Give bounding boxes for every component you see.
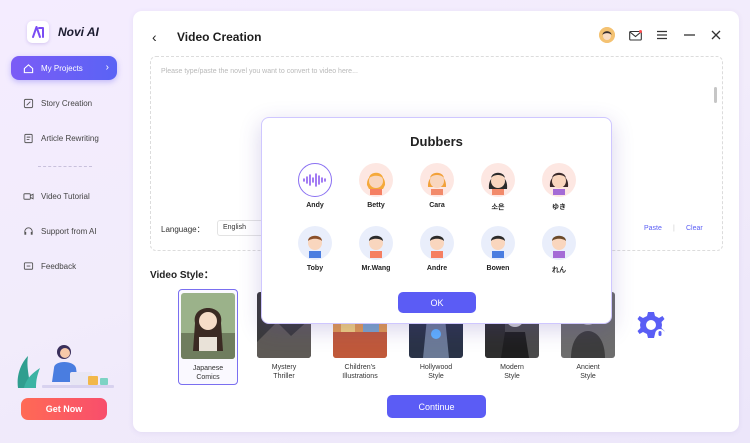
gear-icon[interactable]	[635, 309, 667, 341]
dubber-ren[interactable]: れん	[534, 226, 584, 275]
dubber-avatar	[359, 226, 393, 260]
waveform-icon	[298, 163, 332, 197]
app-logo: Novi AI	[27, 21, 99, 43]
chat-icon	[22, 260, 34, 272]
video-style-label: Video Style：	[150, 270, 214, 281]
style-thumbnail	[181, 293, 235, 359]
dubber-mr-wang[interactable]: Mr.Wang	[351, 226, 401, 272]
user-avatar[interactable]	[599, 27, 615, 43]
sidebar-item-video-tutorial[interactable]: Video Tutorial	[11, 184, 117, 208]
dubber-betty[interactable]: Betty	[351, 163, 401, 209]
chevron-right-icon: ›	[105, 62, 109, 73]
dubber-yuki[interactable]: ゆき	[534, 163, 584, 212]
sidebar-item-support[interactable]: Support from AI	[11, 219, 117, 243]
input-placeholder: Please type/paste the novel you want to …	[161, 68, 358, 75]
headset-icon	[22, 225, 34, 237]
sidebar-item-label: Video Tutorial	[41, 191, 90, 201]
sidebar-item-story-creation[interactable]: Story Creation	[11, 91, 117, 115]
dubber-toby[interactable]: Toby	[290, 226, 340, 272]
person-laptop-illustration	[17, 345, 114, 388]
dubber-andy[interactable]: Andy	[290, 163, 340, 209]
separator: |	[673, 225, 675, 232]
dubber-avatar	[542, 226, 576, 260]
mail-icon[interactable]	[628, 28, 642, 42]
novi-logo-icon	[27, 21, 49, 43]
sidebar-divider	[38, 166, 92, 167]
dubber-avatar	[542, 163, 576, 197]
clear-button[interactable]: Clear	[686, 225, 703, 232]
sidebar-item-label: Article Rewriting	[41, 133, 99, 143]
dubber-name: Andy	[306, 202, 324, 209]
back-arrow-icon[interactable]: ‹	[152, 29, 157, 45]
dubber-avatar	[481, 163, 515, 197]
app-name: Novi AI	[58, 25, 99, 39]
dubber-name: れん	[552, 267, 566, 274]
dubber-name: 소은	[491, 204, 505, 211]
video-icon	[22, 190, 34, 202]
paste-button[interactable]: Paste	[644, 225, 662, 232]
dubber-avatar	[298, 226, 332, 260]
close-icon[interactable]	[709, 28, 723, 42]
style-name: Japanese Comics	[192, 365, 224, 381]
dubber-name: Mr.Wang	[361, 265, 391, 272]
style-name: Mystery Thriller	[271, 364, 297, 380]
dubber-bowen[interactable]: Bowen	[473, 226, 523, 272]
get-now-button[interactable]: Get Now	[21, 398, 107, 420]
minimize-icon[interactable]	[682, 28, 696, 42]
dubber-soeun[interactable]: 소은	[473, 163, 523, 212]
dubber-avatar	[420, 163, 454, 197]
sidebar-item-article-rewriting[interactable]: Article Rewriting	[11, 126, 117, 150]
style-name: Children's Illustrations	[342, 364, 378, 380]
dialog-title: Dubbers	[410, 134, 463, 149]
sidebar-item-feedback[interactable]: Feedback	[11, 254, 117, 278]
style-name: Hollywood Style	[419, 364, 453, 380]
dubber-name: Andre	[426, 265, 448, 272]
style-name: Modern Style	[500, 364, 524, 380]
dubbers-dialog: Dubbers Andy Betty Cara 소은 ゆき Toby Mr.Wa…	[261, 117, 612, 324]
page-title: Video Creation	[177, 30, 262, 44]
window-controls	[599, 27, 723, 43]
sidebar-item-label: My Projects	[41, 63, 83, 73]
sidebar-item-label: Feedback	[41, 261, 77, 271]
style-card-japanese-comics[interactable]: Japanese Comics	[178, 289, 238, 385]
dubber-avatar	[420, 226, 454, 260]
continue-button[interactable]: Continue	[387, 395, 486, 418]
sidebar-item-label: Support from AI	[41, 226, 97, 236]
scrollbar-thumb[interactable]	[714, 87, 717, 103]
dubber-avatar	[359, 163, 393, 197]
document-edit-icon	[22, 132, 34, 144]
dubber-name: Betty	[367, 202, 385, 209]
dubber-avatar	[481, 226, 515, 260]
sidebar: Novi AI My Projects › Story Creation Art…	[0, 0, 132, 443]
dubber-name: Bowen	[486, 265, 510, 272]
style-name: Ancient Style	[576, 364, 600, 380]
ok-button[interactable]: OK	[398, 292, 476, 313]
dubber-name: Toby	[306, 265, 324, 272]
menu-icon[interactable]	[655, 28, 669, 42]
sidebar-item-my-projects[interactable]: My Projects ›	[11, 56, 117, 80]
sidebar-item-label: Story Creation	[41, 98, 93, 108]
dubber-name: Cara	[429, 202, 445, 209]
language-select[interactable]: English	[217, 220, 265, 236]
pencil-icon	[22, 97, 34, 109]
dubber-name: ゆき	[552, 204, 566, 211]
language-label: Language：	[161, 225, 205, 234]
dubber-andre[interactable]: Andre	[412, 226, 462, 272]
dubber-cara[interactable]: Cara	[412, 163, 462, 209]
home-icon	[22, 62, 34, 74]
